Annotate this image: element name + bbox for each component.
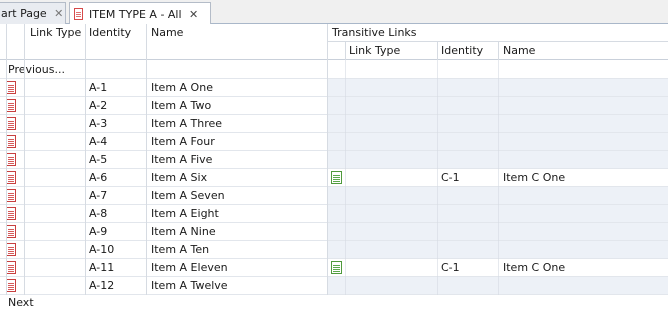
transitive-name-cell: Item C One xyxy=(503,261,566,274)
divider xyxy=(146,60,147,295)
name-cell: Item A Four xyxy=(151,135,215,148)
column-header-transitive-link-type[interactable]: Link Type xyxy=(349,44,400,57)
name-cell: Item A Two xyxy=(151,99,212,112)
name-cell: Item A Five xyxy=(151,153,213,166)
divider xyxy=(437,42,438,60)
name-cell: Item A Ten xyxy=(151,243,210,256)
divider xyxy=(345,42,346,60)
identity-cell: A-8 xyxy=(89,207,108,220)
document-icon xyxy=(6,243,16,256)
divider xyxy=(85,24,86,60)
name-cell: Item A Six xyxy=(151,171,208,184)
table-row[interactable]: A-5 Item A Five xyxy=(0,151,668,169)
divider xyxy=(24,60,25,295)
table-row[interactable]: A-4 Item A Four xyxy=(0,133,668,151)
document-icon xyxy=(6,117,16,130)
document-icon xyxy=(6,261,16,274)
divider xyxy=(327,24,328,60)
column-header-name[interactable]: Name xyxy=(151,26,183,39)
name-cell: Item A Eleven xyxy=(151,261,228,274)
divider xyxy=(345,60,346,295)
document-icon xyxy=(6,171,16,184)
identity-cell: A-12 xyxy=(89,279,115,292)
table-row[interactable]: A-11 Item A Eleven C-1 Item C One xyxy=(0,259,668,277)
column-header-identity[interactable]: Identity xyxy=(89,26,131,39)
column-header-transitive-name[interactable]: Name xyxy=(503,44,535,57)
table-row[interactable]: A-7 Item A Seven xyxy=(0,187,668,205)
divider xyxy=(146,24,147,60)
column-header-link-type[interactable]: Link Type xyxy=(30,26,81,39)
divider xyxy=(0,294,668,295)
divider xyxy=(6,24,7,60)
column-group-transitive-links: Transitive Links xyxy=(332,26,417,39)
table-row[interactable]: A-1 Item A One xyxy=(0,79,668,97)
identity-cell: A-9 xyxy=(89,225,108,238)
divider xyxy=(6,60,7,295)
name-cell: Item A Three xyxy=(151,117,223,130)
document-icon xyxy=(6,225,16,238)
name-cell: Item A Eight xyxy=(151,207,219,220)
identity-cell: A-11 xyxy=(89,261,115,274)
table-row[interactable]: A-12 Item A Twelve xyxy=(0,277,668,295)
document-icon xyxy=(6,99,16,112)
tab-label: art Page xyxy=(1,7,47,20)
name-cell: Item A Seven xyxy=(151,189,225,202)
table-row[interactable]: A-10 Item A Ten xyxy=(0,241,668,259)
divider xyxy=(498,60,499,295)
linked-document-icon xyxy=(331,261,342,274)
transitive-identity-cell: C-1 xyxy=(441,261,460,274)
table-row[interactable]: A-8 Item A Eight xyxy=(0,205,668,223)
divider xyxy=(0,59,668,60)
name-cell: Item A Twelve xyxy=(151,279,228,292)
items-grid: Link Type Identity Name Transitive Links… xyxy=(0,24,668,309)
document-icon xyxy=(6,153,16,166)
document-icon xyxy=(6,81,16,94)
table-row[interactable]: A-2 Item A Two xyxy=(0,97,668,115)
identity-cell: A-4 xyxy=(89,135,108,148)
divider xyxy=(85,60,86,295)
identity-cell: A-7 xyxy=(89,189,108,202)
close-icon[interactable]: ✕ xyxy=(188,8,200,21)
transitive-link-type-cell xyxy=(331,171,342,184)
identity-cell: A-3 xyxy=(89,117,108,130)
divider xyxy=(327,60,328,295)
name-cell: Item A Nine xyxy=(151,225,216,238)
tab-item-type-a-all[interactable]: ITEM TYPE A - All ✕ xyxy=(69,2,211,25)
close-icon[interactable]: ✕ xyxy=(53,7,65,20)
identity-cell: A-5 xyxy=(89,153,108,166)
editor-tab-strip: art Page ✕ ITEM TYPE A - All ✕ xyxy=(0,0,668,25)
linked-document-icon xyxy=(331,171,342,184)
document-icon xyxy=(6,207,16,220)
column-header-transitive-identity[interactable]: Identity xyxy=(441,44,483,57)
transitive-name-cell: Item C One xyxy=(503,171,566,184)
name-cell: Item A One xyxy=(151,81,213,94)
transitive-link-type-cell xyxy=(331,261,342,274)
previous-page-link[interactable]: Previous... xyxy=(8,63,65,76)
identity-cell: A-10 xyxy=(89,243,115,256)
transitive-identity-cell: C-1 xyxy=(441,171,460,184)
divider xyxy=(498,42,499,60)
next-page-link[interactable]: Next xyxy=(8,296,34,309)
table-row[interactable]: A-9 Item A Nine xyxy=(0,223,668,241)
divider xyxy=(24,24,25,60)
tab-label: ITEM TYPE A - All xyxy=(89,7,182,21)
table-row[interactable]: A-6 Item A Six C-1 Item C One xyxy=(0,169,668,187)
document-icon xyxy=(6,279,16,292)
document-icon xyxy=(6,135,16,148)
identity-cell: A-2 xyxy=(89,99,108,112)
divider xyxy=(437,60,438,295)
table-row[interactable]: A-3 Item A Three xyxy=(0,115,668,133)
identity-cell: A-1 xyxy=(89,81,108,94)
identity-cell: A-6 xyxy=(89,171,108,184)
tab-start-page[interactable]: art Page ✕ xyxy=(0,2,66,24)
document-icon xyxy=(74,8,83,20)
document-icon xyxy=(6,189,16,202)
